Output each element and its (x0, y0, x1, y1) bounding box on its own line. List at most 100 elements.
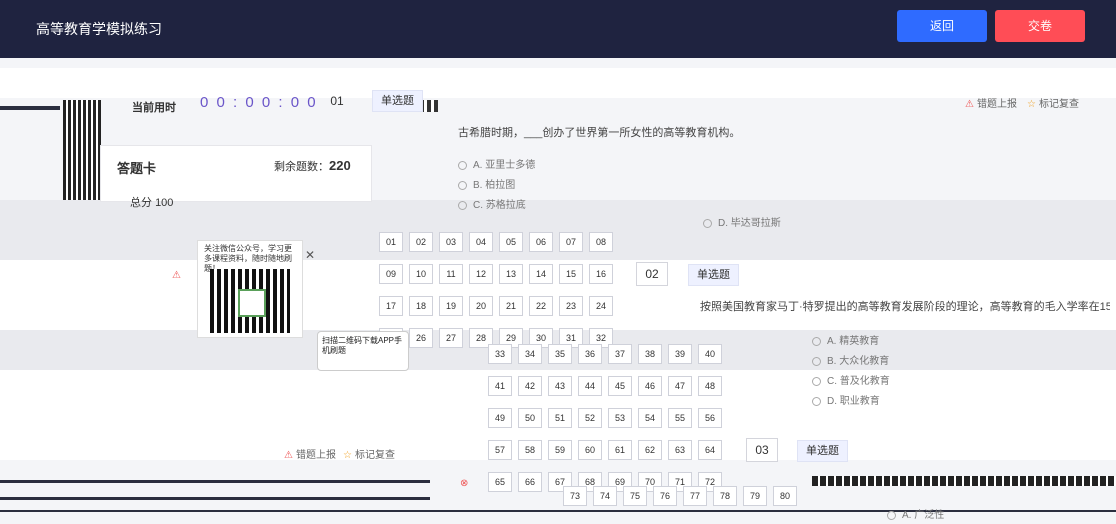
question-nav-cell[interactable]: 20 (469, 296, 493, 316)
option-c[interactable]: C. 苏格拉底 (458, 196, 526, 211)
question-nav-cell[interactable]: 17 (379, 296, 403, 316)
report-error-link[interactable]: ⚠ 错题上报 (965, 95, 1017, 110)
question-nav-cell[interactable]: 73 (563, 486, 587, 506)
qr-popup: 关注微信公众号，学习更多课程资料，随时随地刷题！ (197, 240, 303, 338)
question-nav-cell[interactable]: 27 (439, 328, 463, 348)
question-nav-cell[interactable]: 65 (488, 472, 512, 492)
question-nav-cell[interactable]: 02 (409, 232, 433, 252)
report-error-link[interactable]: ⚠ 错题上报 (284, 446, 336, 461)
option-b[interactable]: B. 大众化教育 (812, 352, 889, 367)
question-nav-cell[interactable]: 66 (518, 472, 542, 492)
option-label: D. 职业教育 (827, 396, 880, 407)
question-nav-cell[interactable]: 13 (499, 264, 523, 284)
option-d[interactable]: D. 职业教育 (812, 392, 880, 407)
question-nav-cell[interactable]: 56 (698, 408, 722, 428)
question-nav-cell[interactable]: 01 (379, 232, 403, 252)
remaining-value: 220 (329, 158, 351, 173)
question-nav-cell[interactable]: 54 (638, 408, 662, 428)
question-nav-cell[interactable]: 19 (439, 296, 463, 316)
question-nav-cell[interactable]: 35 (548, 344, 572, 364)
question-nav-cell[interactable]: 03 (439, 232, 463, 252)
question-nav-cell[interactable]: 77 (683, 486, 707, 506)
question-nav-cell[interactable]: 34 (518, 344, 542, 364)
question-nav-cell[interactable]: 26 (409, 328, 433, 348)
question-nav-cell[interactable]: 64 (698, 440, 722, 460)
question-nav-cell[interactable]: 33 (488, 344, 512, 364)
submit-button[interactable]: 交卷 (995, 10, 1085, 42)
mark-review-link[interactable]: ☆ 标记复查 (1027, 95, 1079, 110)
option-label: A. 广泛性 (902, 510, 945, 521)
question-nav-cell[interactable]: 36 (578, 344, 602, 364)
question-nav-cell[interactable]: 10 (409, 264, 433, 284)
question-nav-cell[interactable]: 53 (608, 408, 632, 428)
question-nav-cell[interactable]: 50 (518, 408, 542, 428)
radio-icon (812, 376, 821, 386)
question-nav-cell[interactable]: 55 (668, 408, 692, 428)
question-nav-cell[interactable]: 76 (653, 486, 677, 506)
question-nav-cell[interactable]: 04 (469, 232, 493, 252)
question-nav-cell[interactable]: 21 (499, 296, 523, 316)
question-nav-cell[interactable]: 39 (668, 344, 692, 364)
question-nav-cell[interactable]: 07 (559, 232, 583, 252)
question-nav-cell[interactable]: 49 (488, 408, 512, 428)
glitch-band (63, 100, 101, 200)
question-nav-cell[interactable]: 15 (559, 264, 583, 284)
question-nav-cell[interactable]: 61 (608, 440, 632, 460)
question-nav-cell[interactable]: 24 (589, 296, 613, 316)
report-error-link[interactable]: ⚠ (172, 270, 184, 281)
question-nav-cell[interactable]: 23 (559, 296, 583, 316)
question-nav-cell[interactable]: 51 (548, 408, 572, 428)
question-nav-cell[interactable]: 09 (379, 264, 403, 284)
option-a[interactable]: A. 广泛性 (887, 506, 944, 521)
question-nav-cell[interactable]: 74 (593, 486, 617, 506)
question-nav-cell[interactable]: 14 (529, 264, 553, 284)
option-c[interactable]: C. 普及化教育 (812, 372, 890, 387)
total-score: 总分 100 (130, 194, 173, 210)
option-d[interactable]: D. 毕达哥拉斯 (703, 214, 781, 229)
question-nav-cell[interactable]: 12 (469, 264, 493, 284)
mobile-download-box[interactable]: 扫描二维码下载APP手机刷题 (317, 331, 409, 371)
glitch-band (0, 480, 430, 483)
question-nav-cell[interactable]: 11 (439, 264, 463, 284)
question-nav-cell[interactable]: 57 (488, 440, 512, 460)
question-nav-cell[interactable]: 05 (499, 232, 523, 252)
question-nav-cell[interactable]: 80 (773, 486, 797, 506)
question-nav-cell[interactable]: 08 (589, 232, 613, 252)
question-nav-cell[interactable]: 75 (623, 486, 647, 506)
question-nav-cell[interactable]: 60 (578, 440, 602, 460)
answer-grid: 33 34 35 36 37 38 39 40 41 42 43 44 45 46 47 48 49 50 51 52… (488, 344, 722, 492)
option-a[interactable]: A. 亚里士多德 (458, 156, 535, 171)
answer-card-title: 答题卡 (117, 161, 157, 176)
question-nav-cell[interactable]: 63 (668, 440, 692, 460)
question-nav-cell[interactable]: 44 (578, 376, 602, 396)
question-nav-cell[interactable]: 37 (608, 344, 632, 364)
question-nav-cell[interactable]: 78 (713, 486, 737, 506)
question-nav-cell[interactable]: 43 (548, 376, 572, 396)
question-nav-cell[interactable]: 06 (529, 232, 553, 252)
question-nav-cell[interactable]: 46 (638, 376, 662, 396)
question-nav-cell[interactable]: 38 (638, 344, 662, 364)
question-nav-cell[interactable]: 58 (518, 440, 542, 460)
question-nav-cell[interactable]: 59 (548, 440, 572, 460)
question-nav-cell[interactable]: 40 (698, 344, 722, 364)
score-value: 100 (155, 197, 174, 209)
question-nav-cell[interactable]: 22 (529, 296, 553, 316)
question-nav-cell[interactable]: 18 (409, 296, 433, 316)
question-nav-cell[interactable]: 62 (638, 440, 662, 460)
mark-review-link[interactable]: ☆ 标记复查 (343, 446, 395, 461)
question-nav-cell[interactable]: 42 (518, 376, 542, 396)
question-nav-cell[interactable]: 47 (668, 376, 692, 396)
question-nav-cell[interactable]: 16 (589, 264, 613, 284)
question-nav-cell[interactable]: 45 (608, 376, 632, 396)
back-button[interactable]: 返回 (897, 10, 987, 42)
radio-icon (458, 200, 467, 210)
question-nav-cell[interactable]: 41 (488, 376, 512, 396)
option-a[interactable]: A. 精英教育 (812, 332, 879, 347)
radio-icon (458, 180, 467, 190)
question-nav-cell[interactable]: 79 (743, 486, 767, 506)
question-nav-cell[interactable]: 52 (578, 408, 602, 428)
option-b[interactable]: B. 柏拉图 (458, 176, 515, 191)
error-icon[interactable]: ⊗ (460, 478, 468, 489)
question-nav-cell[interactable]: 48 (698, 376, 722, 396)
close-icon[interactable]: ✕ (305, 248, 315, 262)
